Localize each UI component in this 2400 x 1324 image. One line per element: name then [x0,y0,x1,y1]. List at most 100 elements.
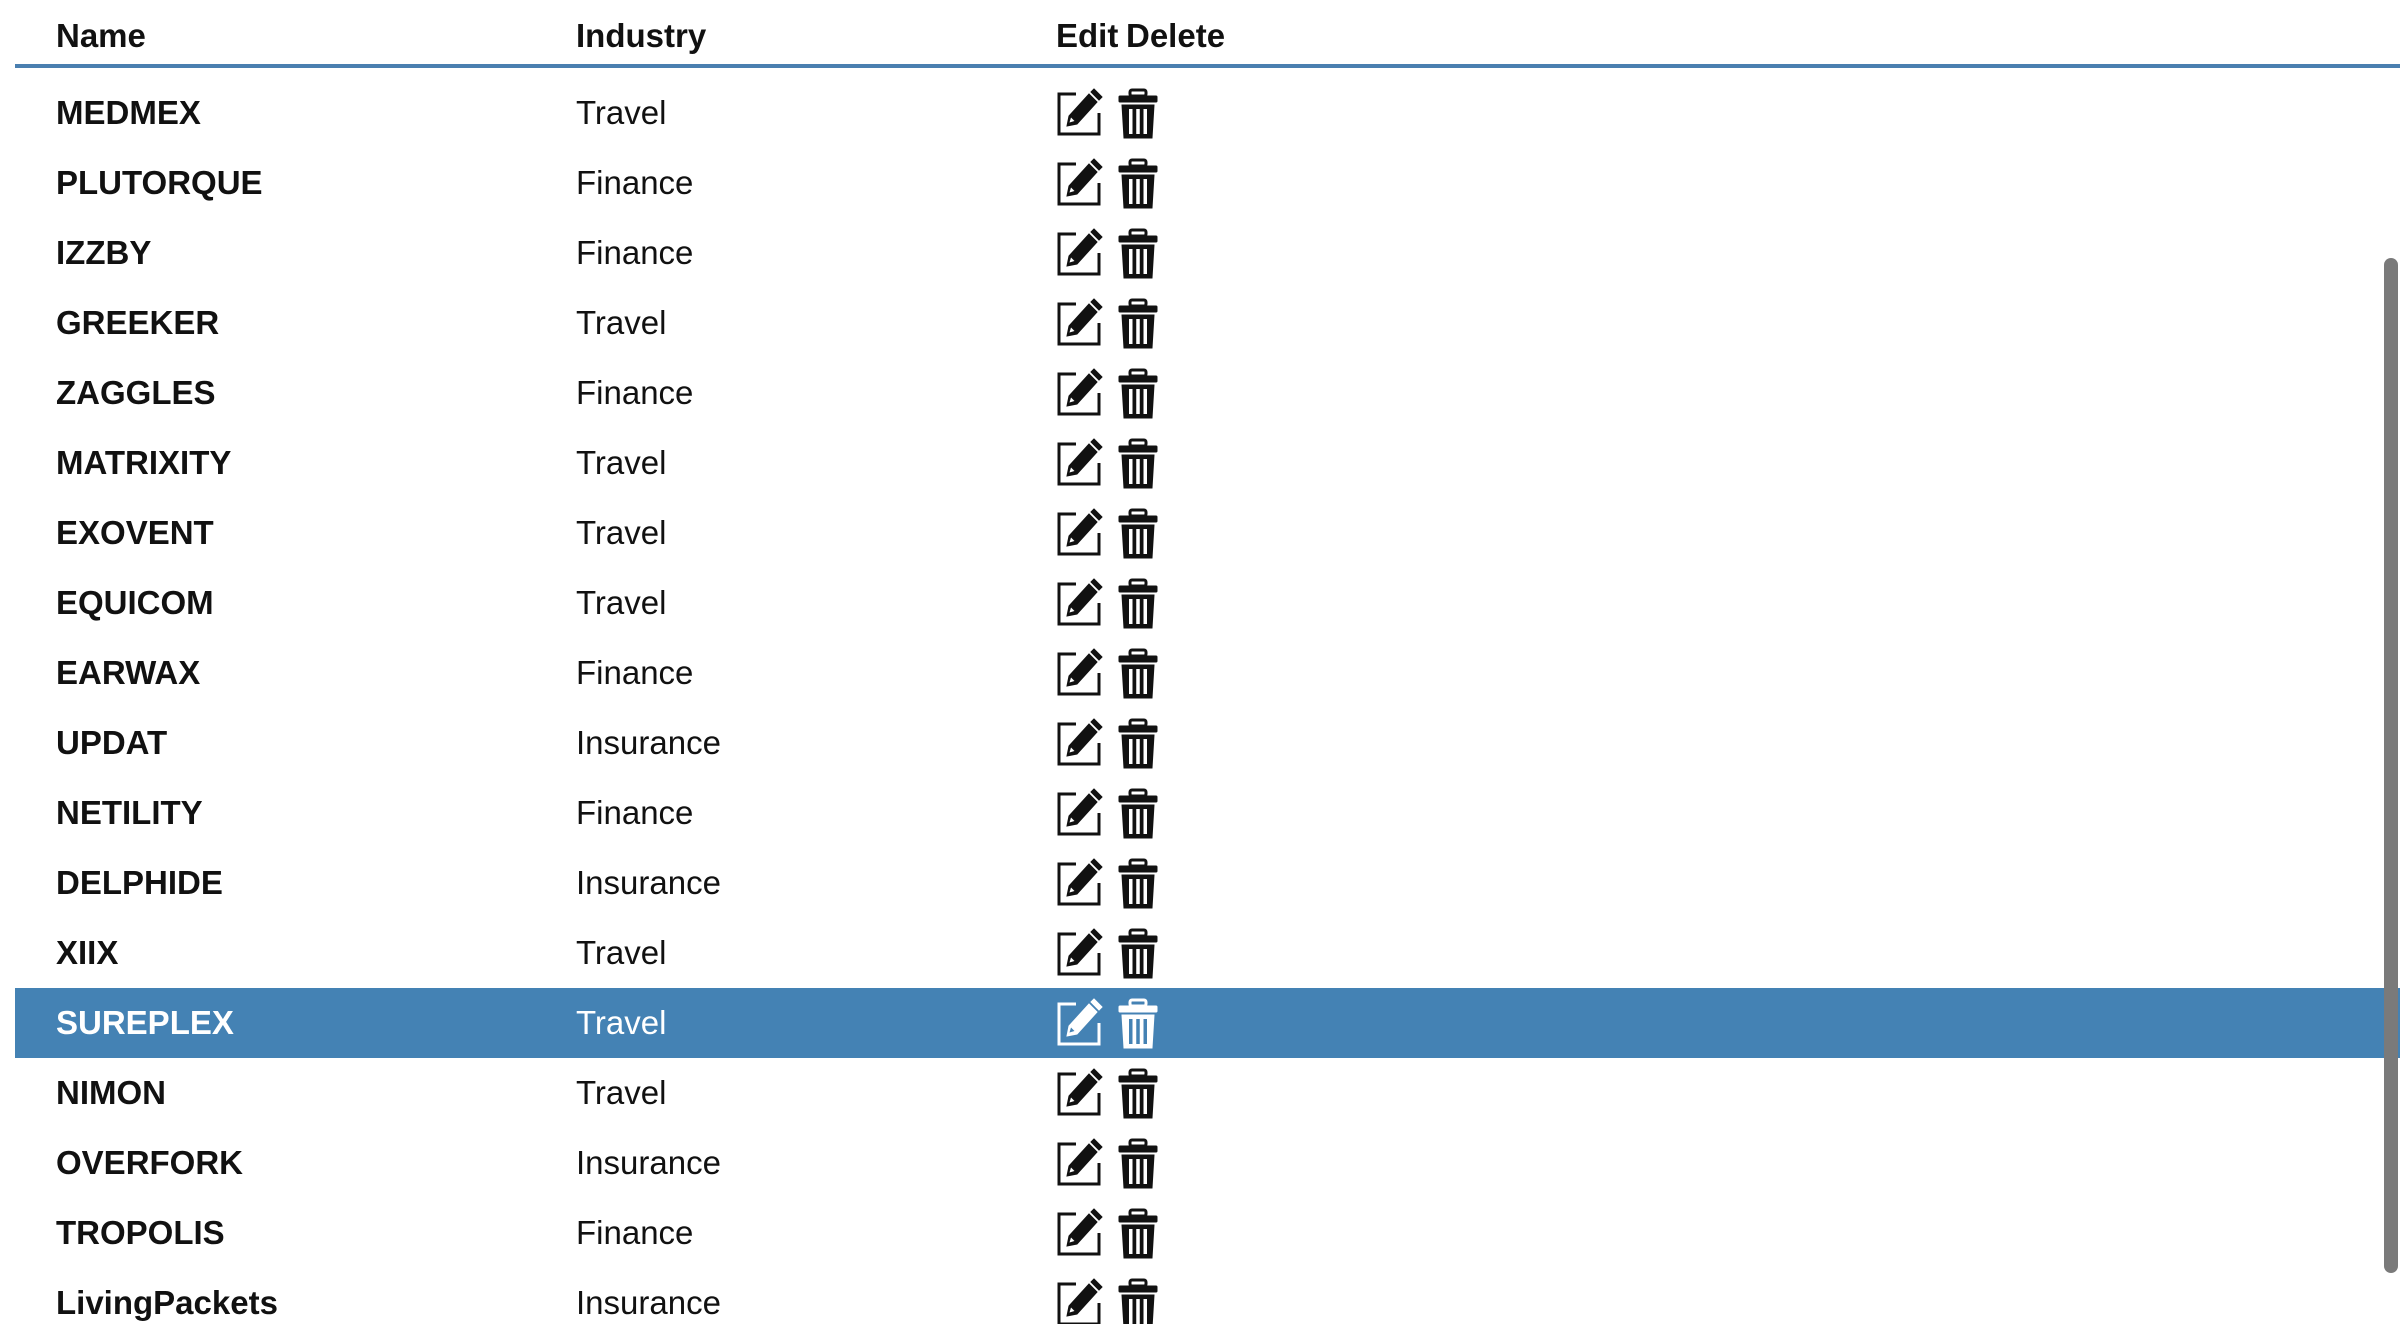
row-actions [1056,148,1162,218]
industry-cell: Travel [576,304,667,341]
table-row[interactable]: LivingPackets Insurance [15,1268,2400,1324]
row-actions [1056,638,1162,708]
trash-icon[interactable] [1114,1205,1162,1261]
table-row[interactable]: UPDAT Insurance [15,708,2400,778]
row-actions [1056,428,1162,498]
table-row[interactable]: SUREPLEX Travel [15,988,2400,1058]
row-actions [1056,1058,1162,1128]
edit-icon[interactable] [1056,575,1104,631]
edit-icon[interactable] [1056,85,1104,141]
trash-icon[interactable] [1114,155,1162,211]
edit-icon[interactable] [1056,785,1104,841]
column-header-name[interactable]: Name [56,16,146,56]
edit-icon[interactable] [1056,715,1104,771]
company-name-cell: OVERFORK [56,1144,244,1181]
row-actions [1056,498,1162,568]
trash-icon[interactable] [1114,855,1162,911]
table-row[interactable]: GREEKER Travel [15,288,2400,358]
table-row[interactable]: MATRIXITY Travel [15,428,2400,498]
edit-icon[interactable] [1056,855,1104,911]
company-name-cell: TROPOLIS [56,1214,225,1251]
trash-icon[interactable] [1114,715,1162,771]
edit-icon[interactable] [1056,1135,1104,1191]
trash-icon[interactable] [1114,365,1162,421]
industry-cell: Finance [576,654,694,691]
trash-icon[interactable] [1114,85,1162,141]
industry-cell: Travel [576,1074,667,1111]
trash-icon[interactable] [1114,925,1162,981]
table-row[interactable]: DELPHIDE Insurance [15,848,2400,918]
row-actions [1056,918,1162,988]
edit-icon[interactable] [1056,1065,1104,1121]
industry-cell: Finance [576,1214,694,1251]
table-row[interactable]: EXOVENT Travel [15,498,2400,568]
table-row[interactable]: ZAGGLES Finance [15,358,2400,428]
row-actions [1056,988,1162,1058]
table-row[interactable]: XIIX Travel [15,918,2400,988]
row-actions [1056,218,1162,288]
industry-cell: Finance [576,374,694,411]
table-row[interactable]: EQUICOM Travel [15,568,2400,638]
industry-cell: Travel [576,94,667,131]
industry-cell: Travel [576,514,667,551]
trash-icon[interactable] [1114,575,1162,631]
table-row[interactable]: NETILITY Finance [15,778,2400,848]
edit-icon[interactable] [1056,645,1104,701]
column-header-industry[interactable]: Industry [576,16,706,56]
edit-icon[interactable] [1056,1205,1104,1261]
edit-icon[interactable] [1056,995,1104,1051]
edit-icon[interactable] [1056,505,1104,561]
row-actions [1056,848,1162,918]
industry-cell: Insurance [576,864,721,901]
company-name-cell: XIIX [56,934,119,971]
table-row[interactable]: TROPOLIS Finance [15,1198,2400,1268]
table-row[interactable]: NIMON Travel [15,1058,2400,1128]
table-row[interactable]: EARWAX Finance [15,638,2400,708]
table-row[interactable]: IZZBY Finance [15,218,2400,288]
row-actions [1056,778,1162,848]
trash-icon[interactable] [1114,1065,1162,1121]
company-name-cell: MATRIXITY [56,444,232,481]
row-actions [1056,288,1162,358]
trash-icon[interactable] [1114,225,1162,281]
company-name-cell: GREEKER [56,304,220,341]
column-header-edit: Edit [1056,17,1119,54]
edit-icon[interactable] [1056,155,1104,211]
trash-icon[interactable] [1114,1135,1162,1191]
row-actions [1056,1128,1162,1198]
trash-icon[interactable] [1114,505,1162,561]
company-name-cell: EXOVENT [56,514,214,551]
industry-cell: Finance [576,794,694,831]
company-name-cell: LivingPackets [56,1284,278,1321]
industry-cell: Travel [576,444,667,481]
row-actions [1056,1268,1162,1324]
trash-icon[interactable] [1114,995,1162,1051]
edit-icon[interactable] [1056,1275,1104,1324]
trash-icon[interactable] [1114,435,1162,491]
trash-icon[interactable] [1114,295,1162,351]
table-row[interactable]: OVERFORK Insurance [15,1128,2400,1198]
company-name-cell: NIMON [56,1074,166,1111]
row-actions [1056,1198,1162,1268]
trash-icon[interactable] [1114,645,1162,701]
company-name-cell: NETILITY [56,794,203,831]
edit-icon[interactable] [1056,435,1104,491]
edit-icon[interactable] [1056,925,1104,981]
trash-icon[interactable] [1114,785,1162,841]
vertical-scrollbar[interactable] [2384,258,2398,1273]
table-row[interactable]: PLUTORQUE Finance [15,148,2400,218]
row-actions [1056,708,1162,778]
edit-icon[interactable] [1056,295,1104,351]
industry-cell: Travel [576,1004,667,1041]
company-name-cell: DELPHIDE [56,864,223,901]
table-row[interactable]: MEDMEX Travel [15,78,2400,148]
grid-header: Name Industry Edit Delete [15,0,2400,68]
trash-icon[interactable] [1114,1275,1162,1324]
industry-cell: Insurance [576,1144,721,1181]
row-actions [1056,78,1162,148]
company-name-cell: PLUTORQUE [56,164,263,201]
edit-icon[interactable] [1056,225,1104,281]
industry-cell: Finance [576,234,694,271]
edit-icon[interactable] [1056,365,1104,421]
company-name-cell: ZAGGLES [56,374,216,411]
